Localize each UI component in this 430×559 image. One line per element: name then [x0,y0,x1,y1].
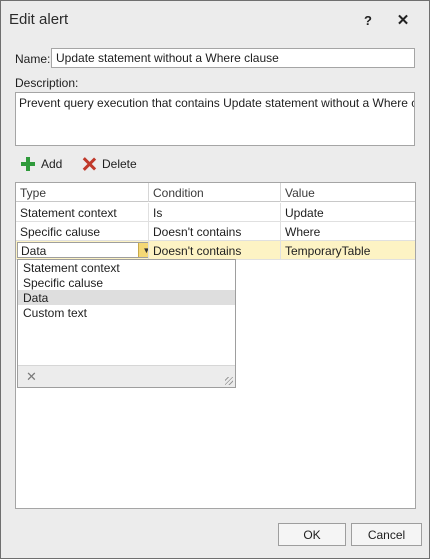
cell-condition[interactable]: Is [149,203,281,221]
type-combo-value: Data [21,244,47,258]
cell-condition[interactable]: Doesn't contains [149,222,281,240]
dropdown-option[interactable]: Statement context [18,260,235,275]
title-bar: Edit alert ? ✕ [1,1,429,39]
close-icon: ✕ [396,12,410,29]
delete-icon [82,157,96,171]
add-icon [21,157,35,171]
help-button[interactable]: ? [357,9,379,31]
dropdown-option[interactable]: Custom text [18,305,235,320]
table-row-active[interactable]: Data ▼ Doesn't contains TemporaryTable [16,241,415,260]
dropdown-option[interactable]: Specific caluse [18,275,235,290]
delete-button[interactable]: Delete [82,155,137,173]
combo-dropdown-button[interactable]: ▼ [138,243,148,257]
column-header-type[interactable]: Type [16,183,149,202]
dialog-title: Edit alert [9,11,69,28]
close-button[interactable]: ✕ [392,9,414,31]
column-header-condition[interactable]: Condition [149,183,281,202]
cell-condition[interactable]: Doesn't contains [149,241,281,259]
cancel-button[interactable]: Cancel [351,523,422,546]
edit-alert-dialog: Edit alert ? ✕ Name: Description: Preven… [0,0,430,559]
resize-grip-icon[interactable] [225,377,233,385]
description-label: Description: [15,76,79,90]
type-combo-editor[interactable]: Data ▼ [17,242,148,258]
add-button[interactable]: Add [21,155,62,173]
dropdown-footer: ✕ [18,365,235,387]
type-dropdown-list: Statement context Specific caluse Data C… [17,259,236,388]
column-header-value[interactable]: Value [281,183,415,202]
name-field[interactable] [51,48,415,68]
cell-type-editor-host[interactable]: Data ▼ [16,241,149,259]
cell-type[interactable]: Statement context [16,203,149,221]
delete-button-label: Delete [102,157,137,171]
table-row[interactable]: Specific caluse Doesn't contains Where [16,222,415,241]
help-icon: ? [364,12,372,28]
cell-type[interactable]: Specific caluse [16,222,149,240]
name-label: Name: [15,52,51,66]
cell-value[interactable]: TemporaryTable [281,241,415,259]
cell-value[interactable]: Update [281,203,415,221]
table-row[interactable]: Statement context Is Update [16,203,415,222]
add-button-label: Add [41,157,63,171]
ok-button[interactable]: OK [278,523,346,546]
clear-icon[interactable]: ✕ [26,369,37,385]
dialog-body: Name: Description: Prevent query executi… [7,39,423,546]
dropdown-option-selected[interactable]: Data [18,290,235,305]
cell-value[interactable]: Where [281,222,415,240]
description-field[interactable]: Prevent query execution that contains Up… [15,92,415,146]
grid-header: Type Condition Value [16,183,415,202]
